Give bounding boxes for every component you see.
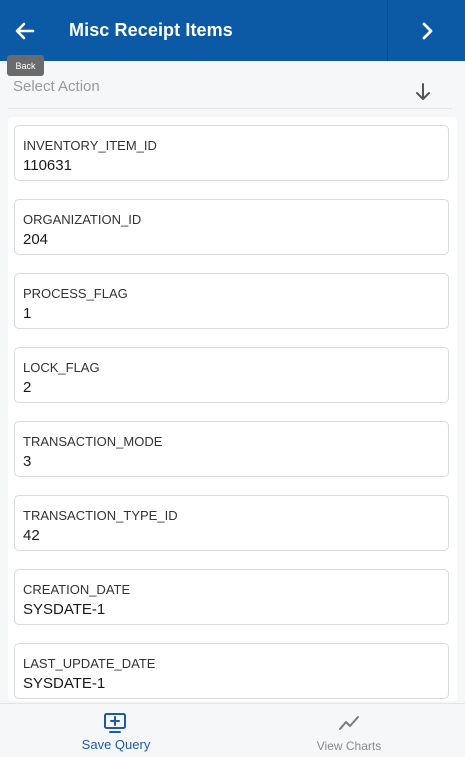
chevron-right-icon — [422, 22, 432, 39]
add-screen-icon — [104, 713, 126, 733]
next-button[interactable] — [387, 0, 465, 61]
field-value: 204 — [23, 231, 49, 248]
footer-toolbar: Save Query View Charts — [0, 703, 465, 757]
list-item[interactable]: PROCESS_FLAG 1 — [14, 273, 449, 329]
field-value: SYSDATE-1 — [23, 601, 106, 618]
list-item[interactable]: LOCK_FLAG 2 — [14, 347, 449, 403]
field-value: 1 — [23, 305, 32, 322]
list-item[interactable]: CREATION_DATE SYSDATE-1 — [14, 569, 449, 625]
field-value: SYSDATE-1 — [23, 675, 106, 692]
field-label: ORGANIZATION_ID — [23, 212, 142, 227]
field-label: PROCESS_FLAG — [23, 286, 128, 301]
field-value: 3 — [23, 453, 32, 470]
back-tooltip: Back — [7, 55, 44, 76]
save-query-button[interactable]: Save Query — [0, 704, 232, 757]
list-item[interactable]: TRANSACTION_TYPE_ID 42 — [14, 495, 449, 551]
list-item[interactable]: TRANSACTION_MODE 3 — [14, 421, 449, 477]
field-value: 110631 — [23, 157, 72, 174]
field-label: TRANSACTION_TYPE_ID — [23, 508, 178, 523]
item-list[interactable]: INVENTORY_ITEM_ID 110631 ORGANIZATION_ID… — [8, 117, 457, 701]
page-title: Misc Receipt Items — [69, 20, 233, 40]
view-charts-button[interactable]: View Charts — [233, 704, 465, 757]
line-chart-icon — [339, 716, 359, 730]
divider — [8, 108, 452, 109]
field-value: 2 — [23, 379, 32, 396]
save-query-label: Save Query — [81, 737, 151, 752]
list-item[interactable]: LAST_UPDATE_DATE SYSDATE-1 — [14, 643, 449, 699]
arrow-left-icon — [15, 22, 35, 39]
field-label: LAST_UPDATE_DATE — [23, 656, 156, 671]
back-button[interactable] — [0, 0, 50, 61]
select-action-dropdown[interactable]: Select Action — [13, 78, 100, 95]
list-item[interactable]: ORGANIZATION_ID 204 — [14, 199, 449, 255]
arrow-down-icon[interactable] — [412, 81, 434, 103]
field-label: TRANSACTION_MODE — [23, 434, 163, 449]
app-window: Misc Receipt Items Back Select Action IN… — [0, 0, 465, 757]
field-label: INVENTORY_ITEM_ID — [23, 138, 157, 153]
list-item[interactable]: INVENTORY_ITEM_ID 110631 — [14, 125, 449, 181]
action-bar: Select Action — [0, 61, 465, 109]
field-label: CREATION_DATE — [23, 582, 131, 597]
field-value: 42 — [23, 527, 40, 544]
view-charts-label: View Charts — [316, 739, 382, 753]
app-header: Misc Receipt Items — [0, 0, 465, 61]
field-label: LOCK_FLAG — [23, 360, 100, 375]
